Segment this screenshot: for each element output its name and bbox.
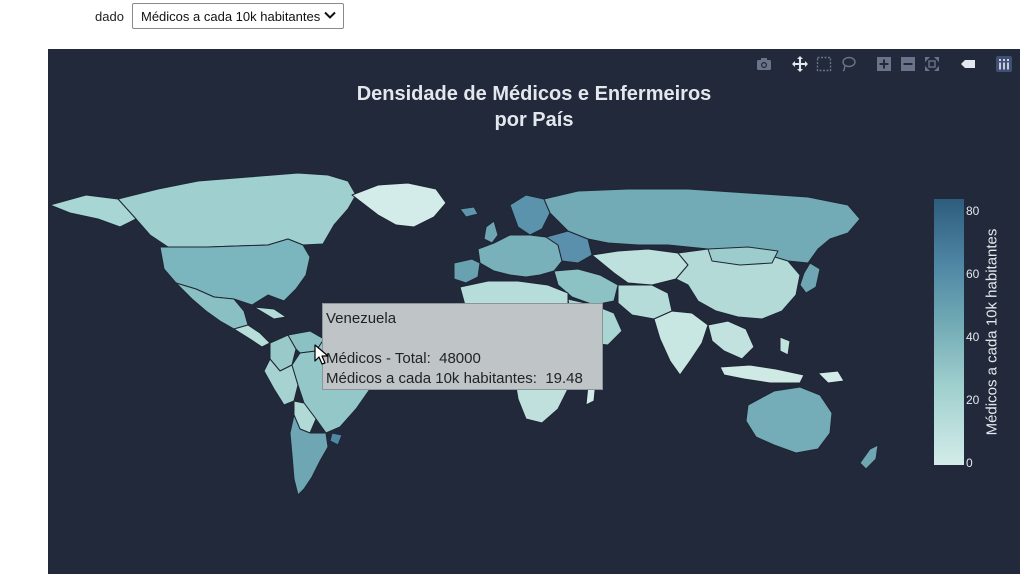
- region-indonesia: [719, 364, 805, 384]
- chevron-down-icon: [324, 11, 336, 19]
- region-iran: [617, 284, 673, 320]
- colorbar-tick: 80: [966, 204, 980, 218]
- tooltip-total-label: Médicos - Total:: [326, 350, 431, 367]
- region-scandinavia: [509, 194, 551, 236]
- region-india: [653, 310, 709, 376]
- camera-icon[interactable]: [754, 54, 774, 74]
- plotly-logo-icon[interactable]: [994, 54, 1014, 74]
- region-mongolia: [707, 246, 779, 266]
- colorbar-tick: 0: [966, 456, 973, 470]
- lasso-icon[interactable]: [838, 54, 858, 74]
- pan-icon[interactable]: [790, 54, 810, 74]
- colorbar-title: Médicos a cada 10k habitantes: [983, 228, 1001, 436]
- region-usa: [159, 238, 311, 306]
- zoom-out-icon[interactable]: [898, 54, 918, 74]
- box-select-icon[interactable]: [814, 54, 834, 74]
- mouse-cursor-icon: [314, 344, 329, 365]
- plot-area[interactable]: Densidade de Médicos e Enfermeiros por P…: [48, 49, 1020, 574]
- tooltip-row-total: Médicos - Total: 48000: [326, 349, 599, 369]
- region-caribbean: [253, 306, 287, 320]
- region-central-america: [233, 324, 271, 348]
- zoom-in-icon[interactable]: [874, 54, 894, 74]
- region-uruguay: [329, 432, 343, 446]
- region-new-zealand: [859, 444, 879, 470]
- tooltip-country: Venezuela: [326, 310, 397, 327]
- region-iberia: [453, 258, 481, 284]
- colorbar-tick: 60: [966, 267, 980, 281]
- hover-icon[interactable]: [958, 54, 978, 74]
- data-select-label: dado: [95, 9, 124, 24]
- region-australia: [745, 386, 833, 454]
- region-iceland: [459, 206, 479, 218]
- tooltip-row-density: Médicos a cada 10k habitantes: 19.48: [326, 369, 599, 389]
- colorbar-tick: 40: [966, 330, 980, 344]
- modebar: [754, 53, 1014, 75]
- region-greenland: [351, 182, 447, 228]
- hover-tooltip: Venezuela Médicos - Total: 48000 Médicos…: [322, 303, 603, 390]
- chart-title-line1: Densidade de Médicos e Enfermeiros: [356, 83, 712, 105]
- data-select-value: Médicos a cada 10k habitantes: [141, 9, 321, 24]
- region-uk: [483, 220, 499, 244]
- data-select[interactable]: Médicos a cada 10k habitantes: [132, 3, 344, 29]
- controls-bar: dado Médicos a cada 10k habitantes: [0, 0, 1025, 40]
- tooltip-total-value: 48000: [439, 350, 481, 367]
- region-canada: [117, 172, 357, 248]
- colorbar: [934, 199, 964, 465]
- chart-title-line2: por País: [494, 109, 574, 131]
- colorbar-tick: 20: [966, 393, 980, 407]
- reset-icon[interactable]: [922, 54, 942, 74]
- region-philippines: [779, 336, 791, 356]
- region-japan: [799, 262, 821, 294]
- region-png: [817, 370, 845, 384]
- tooltip-density-label: Médicos a cada 10k habitantes:: [326, 370, 537, 387]
- tooltip-density-value: 19.48: [545, 370, 583, 387]
- region-se-asia: [707, 320, 755, 360]
